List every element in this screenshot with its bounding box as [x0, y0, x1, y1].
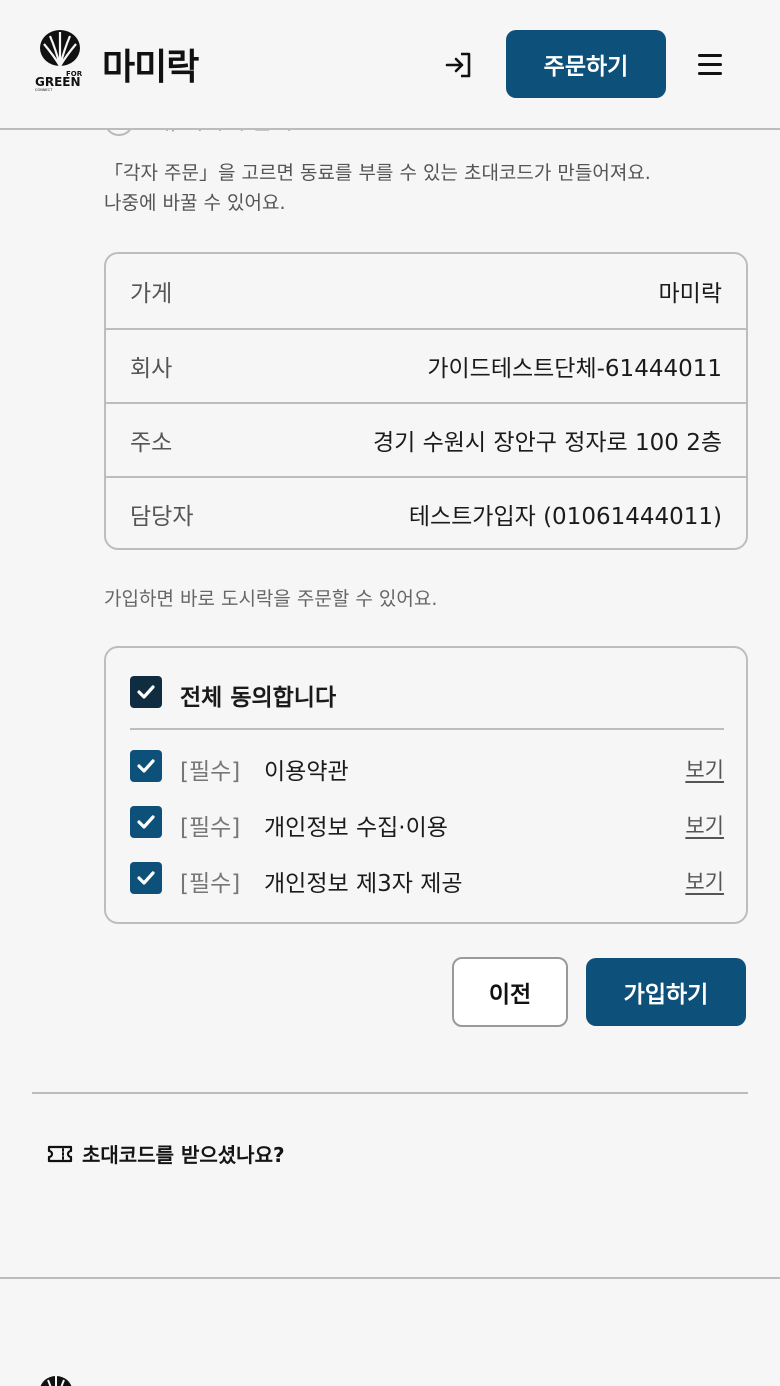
- login-icon[interactable]: [442, 48, 476, 82]
- footer-logo-mark-icon: [40, 1376, 72, 1386]
- agree-all-checkbox[interactable]: [130, 676, 162, 708]
- term-required-tag: [필수]: [180, 759, 241, 785]
- hamburger-menu-icon[interactable]: [696, 50, 728, 78]
- brand-name[interactable]: 마미락: [102, 38, 199, 90]
- term-checkbox[interactable]: [130, 750, 162, 782]
- agree-divider: [130, 728, 724, 730]
- term-checkbox[interactable]: [130, 862, 162, 894]
- info-label: 주소: [130, 430, 173, 456]
- signup-note: 가입하면 바로 도시락을 주문할 수 있어요.: [104, 588, 438, 610]
- info-row-manager: 담당자 테스트가입자 (01061444011): [106, 476, 746, 548]
- check-icon: [137, 815, 155, 829]
- term-view-link[interactable]: 보기: [685, 866, 724, 896]
- agree-all-label[interactable]: 전체 동의합니다: [180, 678, 336, 712]
- order-type-helper-text: 「각자 주문」을 고르면 동료를 부를 수 있는 초대코드가 만들어져요. 나중…: [104, 158, 744, 218]
- info-row-company: 회사 가이드테스트단체-61444011: [106, 328, 746, 402]
- term-required-tag: [필수]: [180, 815, 241, 841]
- terms-agreement-card: 전체 동의합니다 [필수] 이용약관 보기 [필수] 개인정보 수집·이용 보기…: [104, 646, 748, 924]
- info-value: 경기 수원시 장안구 정자로 100 2층: [372, 430, 722, 456]
- term-row-privacy-collection: [필수] 개인정보 수집·이용 보기: [130, 806, 724, 842]
- info-label: 가게: [130, 281, 173, 307]
- signup-info-card: 가게 마미락 회사 가이드테스트단체-61444011 주소 경기 수원시 장안…: [104, 252, 748, 550]
- term-title[interactable]: 개인정보 제3자 제공: [264, 864, 463, 898]
- signup-button[interactable]: 가입하기: [586, 958, 746, 1026]
- info-value: 테스트가입자 (01061444011): [408, 504, 722, 530]
- check-icon: [137, 759, 155, 773]
- term-title[interactable]: 이용약관: [264, 752, 349, 786]
- footer-divider: [0, 1277, 780, 1279]
- section-divider: [32, 1092, 748, 1094]
- invite-code-toggle[interactable]: 초대코드를 받으셨나요?: [82, 1139, 285, 1168]
- term-row-third-party: [필수] 개인정보 제3자 제공 보기: [130, 862, 724, 898]
- info-value: 가이드테스트단체-61444011: [427, 356, 722, 382]
- check-icon: [137, 685, 155, 699]
- info-label: 담당자: [130, 504, 194, 530]
- info-row-address: 주소 경기 수원시 장안구 정자로 100 2층: [106, 402, 746, 476]
- term-row-terms-of-use: [필수] 이용약관 보기: [130, 750, 724, 786]
- order-button[interactable]: 주문하기: [506, 30, 666, 98]
- top-header: FOR GREEN CONNECT 마미락 주문하기: [0, 0, 780, 130]
- footer-logo: [38, 1374, 74, 1386]
- term-view-link[interactable]: 보기: [685, 754, 724, 784]
- term-required-tag: [필수]: [180, 871, 241, 897]
- ticket-icon: [47, 1145, 73, 1163]
- previous-button[interactable]: 이전: [452, 957, 568, 1027]
- helper-line-1: 「각자 주문」을 고르면 동료를 부를 수 있는 초대코드가 만들어져요.: [104, 162, 651, 184]
- svg-text:CONNECT: CONNECT: [35, 88, 53, 92]
- term-title[interactable]: 개인정보 수집·이용: [264, 808, 448, 842]
- for-green-logo[interactable]: FOR GREEN CONNECT: [34, 28, 86, 92]
- svg-text:GREEN: GREEN: [35, 75, 81, 89]
- helper-line-2: 나중에 바꿀 수 있어요.: [104, 192, 286, 214]
- info-row-store: 가게 마미락: [106, 254, 746, 328]
- info-value: 마미락: [658, 281, 722, 307]
- check-icon: [137, 871, 155, 885]
- info-label: 회사: [130, 356, 173, 382]
- term-view-link[interactable]: 보기: [685, 810, 724, 840]
- term-checkbox[interactable]: [130, 806, 162, 838]
